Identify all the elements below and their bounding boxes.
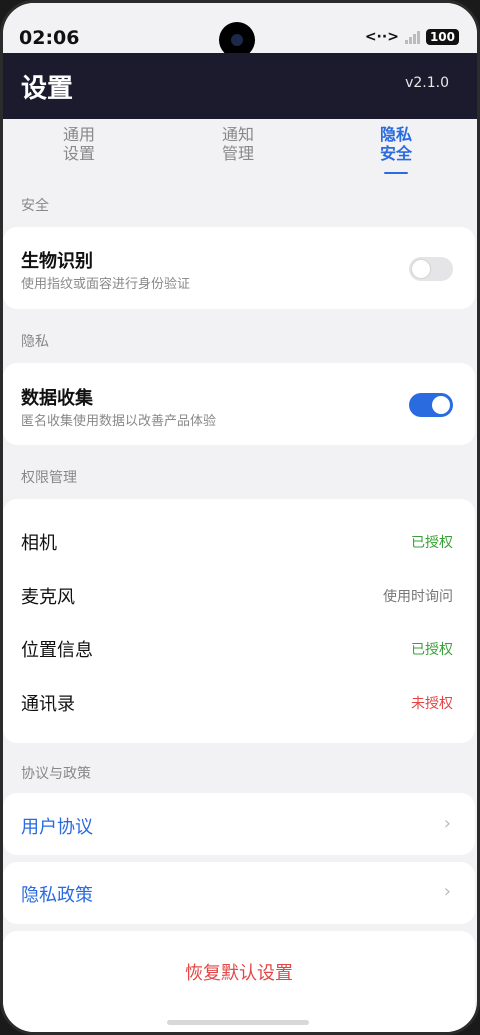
section-label-security: 安全 <box>21 198 49 214</box>
version-label: v2.1.0 <box>405 75 449 91</box>
signal-icon <box>404 30 420 44</box>
app-header: 设置 v2.1.0 <box>3 53 477 119</box>
permission-name: 位置信息 <box>21 640 93 661</box>
permission-name: 麦克风 <box>21 587 75 608</box>
battery-icon: 100 <box>425 29 459 45</box>
tab-privacy-security[interactable]: 隐私 安全 <box>366 125 426 163</box>
section-label-policy: 协议与政策 <box>21 766 91 782</box>
permission-status: 使用时询问 <box>383 589 453 605</box>
network-speed-icon: <··> <box>364 29 399 45</box>
permission-status: 已授权 <box>411 535 453 551</box>
status-time: 02:06 <box>19 27 80 49</box>
active-tab-indicator <box>384 172 408 174</box>
biometrics-title: 生物识别 <box>21 251 93 272</box>
permission-status: 未授权 <box>411 696 453 712</box>
permission-name: 相机 <box>21 533 57 554</box>
tab-general-settings[interactable]: 通用 设置 <box>49 125 109 163</box>
home-indicator[interactable] <box>167 1020 309 1025</box>
permission-row-location[interactable]: 位置信息 已授权 <box>3 621 475 675</box>
toggle-knob <box>412 260 430 278</box>
data-collection-toggle[interactable] <box>409 393 453 417</box>
permission-status: 已授权 <box>411 642 453 658</box>
phone-screen: 02:06 <··> 100 设置 v2.1.0 通用 设置 通知 管理 隐私 … <box>0 0 480 1035</box>
page-title: 设置 <box>21 74 74 104</box>
privacy-policy-label: 隐私政策 <box>21 885 93 906</box>
data-collection-description: 匿名收集使用数据以改善产品体验 <box>21 414 217 429</box>
chevron-right-icon: › <box>443 881 451 902</box>
user-agreement-label: 用户协议 <box>21 817 93 838</box>
biometrics-description: 使用指纹或面容进行身份验证 <box>21 277 191 292</box>
biometrics-toggle[interactable] <box>409 257 453 281</box>
data-collection-card: 数据收集 匿名收集使用数据以改善产品体验 <box>3 363 475 445</box>
privacy-policy-link[interactable]: 隐私政策 › <box>3 862 475 924</box>
toggle-knob <box>432 396 450 414</box>
section-label-privacy: 隐私 <box>21 334 49 350</box>
reset-defaults-button[interactable]: 恢复默认设置 <box>3 959 475 985</box>
data-collection-title: 数据收集 <box>21 388 93 409</box>
user-agreement-link[interactable]: 用户协议 › <box>3 793 475 855</box>
permission-row-microphone[interactable]: 麦克风 使用时询问 <box>3 568 475 622</box>
chevron-right-icon: › <box>443 813 451 834</box>
permission-row-camera[interactable]: 相机 已授权 <box>3 514 475 568</box>
permission-name: 通讯录 <box>21 694 75 715</box>
biometrics-card: 生物识别 使用指纹或面容进行身份验证 <box>3 227 475 309</box>
tab-notification-management[interactable]: 通知 管理 <box>208 125 268 163</box>
section-label-permissions: 权限管理 <box>21 470 77 486</box>
permission-row-contacts[interactable]: 通讯录 未授权 <box>3 675 475 729</box>
status-bar: 02:06 <··> 100 <box>3 3 477 58</box>
permissions-card: 相机 已授权 麦克风 使用时询问 位置信息 已授权 通讯录 未授权 <box>3 499 475 743</box>
tab-bar: 通用 设置 通知 管理 隐私 安全 <box>3 119 477 179</box>
status-icons: <··> 100 <box>365 29 459 45</box>
